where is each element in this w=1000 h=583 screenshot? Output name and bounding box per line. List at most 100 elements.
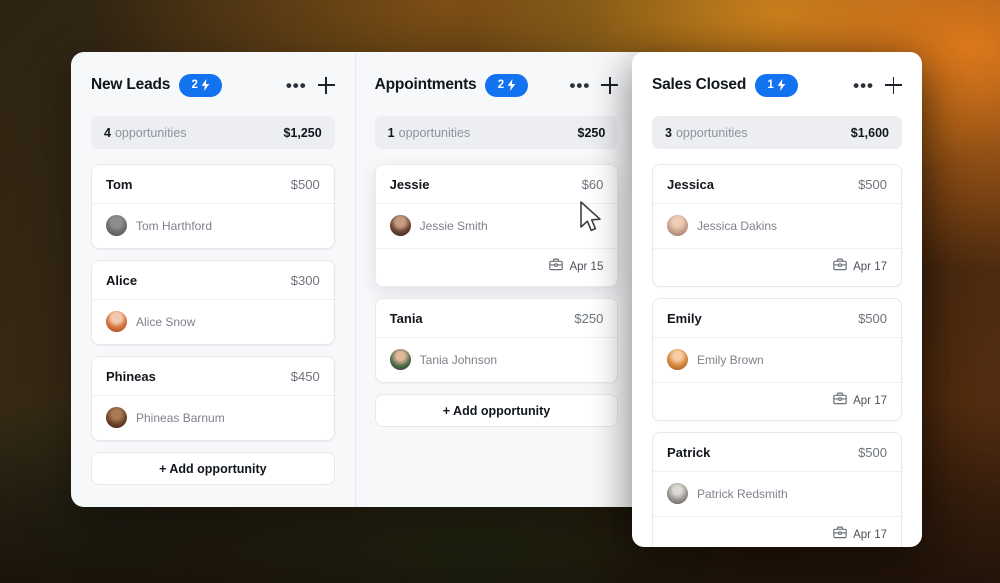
summary-amount: $1,250	[283, 125, 322, 140]
card-title: Emily	[667, 311, 702, 326]
card-person-name: Jessica Dakins	[697, 218, 778, 233]
plus-icon[interactable]	[317, 76, 335, 94]
card-date-row: Apr 15	[376, 249, 618, 286]
opportunity-card[interactable]: Tom $500 Tom Harthford	[91, 164, 335, 249]
card-header: Patrick $500	[653, 433, 901, 472]
summary-label: opportunities	[675, 125, 748, 140]
ellipsis-icon[interactable]: •••	[569, 77, 590, 94]
card-title: Phineas	[106, 369, 156, 384]
opportunity-card[interactable]: Patrick $500 Patrick Redsmith Apr 17	[652, 432, 902, 547]
card-header: Phineas $450	[92, 357, 334, 396]
column-summary: 4 opportunities $1,250	[91, 116, 335, 149]
kanban-column-2: Appointments 2 ••• 1 opportunities $250 Jessie…	[354, 52, 639, 507]
summary-amount: $250	[577, 125, 606, 140]
card-price: $500	[858, 311, 887, 326]
lightning-bolt-icon	[507, 79, 516, 91]
column-badge[interactable]: 1	[755, 73, 799, 97]
card-price: $500	[858, 445, 887, 460]
add-opportunity-button[interactable]: + Add opportunity	[91, 452, 335, 485]
avatar-alice	[106, 311, 127, 332]
column-header: Sales Closed 1 •••	[652, 70, 902, 100]
avatar-image	[106, 215, 127, 236]
opportunity-card[interactable]: Alice $300 Alice Snow	[91, 260, 335, 345]
column-title: New Leads	[91, 76, 171, 93]
summary-label: opportunities	[114, 125, 187, 140]
briefcase-icon	[549, 258, 564, 276]
opportunity-card[interactable]: Jessica $500 Jessica Dakins Apr 17	[652, 164, 902, 287]
card-price: $250	[574, 311, 604, 326]
column-summary: 3 opportunities $1,600	[652, 116, 902, 149]
card-person-row: Tania Johnson	[376, 338, 618, 382]
avatar-jessie	[389, 215, 411, 236]
card-header: Tania $250	[375, 299, 618, 338]
avatar-emily	[667, 349, 688, 370]
card-header: Jessie $60	[375, 165, 618, 204]
column-badge-count: 1	[767, 79, 774, 91]
briefcase-icon	[833, 392, 847, 410]
plus-icon[interactable]	[885, 76, 902, 94]
column-header-actions: •••	[286, 76, 335, 94]
card-title: Tom	[106, 177, 133, 192]
column-badge-count: 2	[191, 79, 198, 91]
card-title: Patrick	[667, 445, 711, 460]
card-person-name: Patrick Redsmith	[697, 486, 788, 501]
card-person-name: Alice Snow	[136, 314, 196, 329]
card-header: Jessica $500	[653, 165, 901, 204]
column-badge-count: 2	[497, 79, 505, 91]
opportunity-card[interactable]: Tania $250 Tania Johnson	[374, 298, 619, 383]
card-price: $500	[858, 177, 887, 192]
card-person-row: Phineas Barnum	[92, 396, 334, 440]
column-title: Appointments	[374, 76, 477, 93]
avatar-image	[667, 349, 688, 370]
summary-amount: $1,600	[850, 125, 889, 140]
ellipsis-icon[interactable]: •••	[853, 77, 874, 94]
card-header: Emily $500	[653, 299, 901, 338]
card-header: Tom $500	[92, 165, 334, 204]
kanban-column-1: New Leads 2 ••• 4 opportunities $1,250 Tom $500…	[71, 52, 355, 507]
opportunity-card[interactable]: Emily $500 Emily Brown Apr 17	[652, 298, 902, 421]
plus-icon[interactable]	[601, 76, 619, 94]
column-header: Appointments 2 •••	[375, 70, 619, 100]
column-badge[interactable]: 2	[179, 73, 223, 97]
card-date-text: Apr 17	[853, 529, 887, 541]
card-person-row: Patrick Redsmith	[653, 472, 901, 517]
lightning-bolt-icon	[777, 79, 786, 91]
card-person-row: Tom Harthford	[92, 204, 334, 248]
card-date-text: Apr 15	[569, 261, 604, 273]
card-title: Alice	[106, 273, 138, 288]
column-title: Sales Closed	[652, 76, 747, 93]
add-opportunity-button[interactable]: + Add opportunity	[374, 394, 619, 427]
card-title: Jessica	[667, 177, 714, 192]
avatar-tom	[106, 215, 127, 236]
avatar-image	[106, 311, 127, 332]
avatar-jessica	[667, 215, 688, 236]
card-price: $300	[290, 273, 320, 288]
avatar-image	[667, 215, 688, 236]
briefcase-icon	[833, 526, 847, 544]
card-person-row: Emily Brown	[653, 338, 901, 383]
card-title: Jessie	[389, 177, 430, 192]
card-date-row: Apr 17	[653, 383, 901, 420]
card-date-row: Apr 17	[653, 517, 901, 547]
avatar-phineas	[106, 407, 127, 428]
avatar-image	[389, 215, 411, 236]
column-summary: 1 opportunities $250	[374, 116, 619, 149]
card-price: $450	[290, 369, 320, 384]
card-price: $500	[290, 177, 320, 192]
card-date-text: Apr 17	[853, 261, 887, 273]
summary-count: 4	[104, 125, 111, 140]
column-badge[interactable]: 2	[485, 73, 529, 97]
opportunity-card[interactable]: Phineas $450 Phineas Barnum	[91, 356, 335, 441]
card-person-name: Tom Harthford	[136, 218, 213, 233]
card-title: Tania	[389, 311, 423, 326]
card-date-text: Apr 17	[853, 395, 887, 407]
ellipsis-icon[interactable]: •••	[286, 77, 307, 94]
column-header: New Leads 2 •••	[91, 70, 335, 100]
opportunity-card[interactable]: Jessie $60 Jessie Smith Apr 15	[374, 164, 619, 287]
kanban-column-floating[interactable]: Sales Closed 1 ••• 3 opportunities $1,600 Jess…	[632, 52, 922, 547]
avatar-patrick	[667, 483, 688, 504]
card-header: Alice $300	[92, 261, 334, 300]
column-header-actions: •••	[569, 76, 619, 94]
summary-count: 3	[665, 125, 672, 140]
avatar-image	[389, 349, 411, 370]
